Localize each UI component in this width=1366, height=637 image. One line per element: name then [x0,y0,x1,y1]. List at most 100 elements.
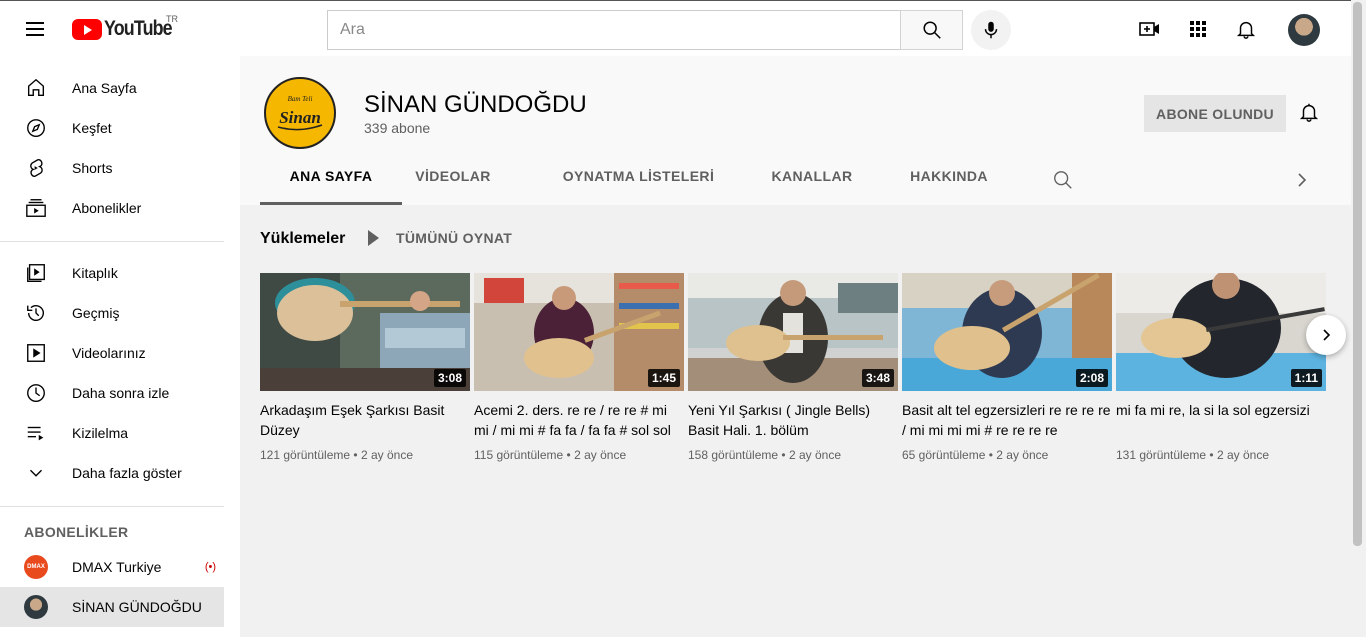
history-icon [24,301,48,325]
video-metadata: 158 görüntüleme • 2 ay önce [688,448,898,462]
video-card[interactable]: 3:08 Arkadaşım Eşek Şarkısı Basit Düzey … [260,273,470,462]
subscriber-count: 339 abone [364,120,431,136]
meta-separator: • [566,448,571,462]
subscriptions-heading: ABONELİKLER [24,524,129,540]
bell-icon [1299,103,1319,122]
search-icon [922,21,941,39]
video-thumbnail[interactable]: 3:08 [260,273,470,391]
top-bar: YouTube TR Ara [0,0,1366,56]
your-videos-icon [24,341,48,365]
video-card[interactable]: 3:48 Yeni Yıl Şarkısı ( Jingle Bells) Ba… [688,273,898,462]
apps-button[interactable] [1186,17,1210,41]
shelf-title[interactable]: Yüklemeler [260,230,345,248]
sidebar-item-history[interactable]: Geçmiş [0,293,224,333]
shelf-next-button[interactable] [1306,315,1346,355]
chevron-down-icon [24,461,48,485]
menu-icon[interactable] [24,19,48,39]
sidebar-divider [0,506,224,507]
sidebar-item-label: Kizilelma [72,425,129,441]
channel-search-button[interactable] [1052,169,1074,191]
video-metadata: 131 görüntüleme • 2 ay önce [1116,448,1326,462]
scrollbar-thumb[interactable] [1353,2,1362,546]
tab-playlists[interactable]: OYNATMA LİSTELERİ [536,168,741,205]
channel-name: SİNAN GÜNDOĞDU [364,91,587,118]
sidebar-divider [0,241,224,242]
search-placeholder: Ara [340,21,365,38]
play-all-button[interactable]: TÜMÜNÜ OYNAT [368,230,512,246]
main-content: Bam Teli Sinan SİNAN GÜNDOĞDU 339 abone … [240,56,1351,637]
microphone-icon [984,21,998,39]
upload-age: 2 ay önce [788,448,842,462]
video-title[interactable]: Basit alt tel egzersizleri re re re re /… [902,400,1112,440]
tab-about[interactable]: HAKKINDA [886,168,1012,205]
sidebar-item-home[interactable]: Ana Sayfa [0,68,224,108]
video-duration: 3:48 [861,369,894,387]
sidebar-item-label: Abonelikler [72,200,142,216]
view-count: 121 görüntüleme [260,448,351,462]
view-count: 158 görüntüleme [688,448,779,462]
subscription-dmax[interactable]: DMAX DMAX Turkiye (•) [0,547,224,587]
channel-logo: Bam Teli Sinan [264,77,336,149]
sidebar-item-label: Daha sonra izle [72,385,170,401]
video-thumbnail[interactable]: 1:11 [1116,273,1326,391]
subscribed-button[interactable]: ABONE OLUNDU [1144,95,1286,132]
apps-grid-icon [1190,21,1206,37]
video-thumbnail[interactable]: 1:45 [474,273,684,391]
upload-age: 2 ay önce [1216,448,1270,462]
account-avatar[interactable] [1288,14,1320,46]
subscription-sinan-gundogdu[interactable]: SİNAN GÜNDOĞDU [0,587,224,627]
video-title[interactable]: Yeni Yıl Şarkısı ( Jingle Bells) Basit H… [688,400,898,440]
tab-videos[interactable]: VİDEOLAR [402,168,504,205]
tabs-scroll-right-button[interactable] [1294,170,1310,190]
video-metadata: 121 görüntüleme • 2 ay önce [260,448,470,462]
sidebar-item-explore[interactable]: Keşfet [0,108,224,148]
video-card[interactable]: 1:11 mi fa mi re, la si la sol egzersizi… [1116,273,1326,462]
watch-later-icon [24,381,48,405]
dmax-avatar: DMAX [24,555,48,579]
voice-search-button[interactable] [971,10,1011,50]
chevron-right-icon [1298,173,1307,187]
video-metadata: 65 görüntüleme • 2 ay önce [902,448,1112,462]
upload-age: 2 ay önce [574,448,627,462]
shorts-icon [24,156,48,180]
video-title[interactable]: Acemi 2. ders. re re / re re # mi mi / m… [474,400,684,440]
search-input[interactable]: Ara [327,10,900,50]
sidebar-item-label: Videolarınız [72,345,146,361]
create-video-button[interactable] [1138,17,1162,41]
video-card[interactable]: 2:08 Basit alt tel egzersizleri re re re… [902,273,1112,462]
sidebar-item-kizilelma[interactable]: Kizilelma [0,413,224,453]
svg-text:Bam Teli: Bam Teli [288,95,313,103]
play-icon [368,230,379,246]
sidebar-item-label: Geçmiş [72,305,120,321]
meta-separator: • [988,448,993,462]
sidebar-item-shorts[interactable]: Shorts [0,148,224,188]
sidebar-item-library[interactable]: Kitaplık [0,253,224,293]
notification-bell-button[interactable] [1298,101,1322,125]
video-thumbnail[interactable]: 3:48 [688,273,898,391]
video-thumbnail[interactable]: 2:08 [902,273,1112,391]
tab-home[interactable]: ANA SAYFA [260,168,402,205]
video-duration: 2:08 [1075,369,1108,387]
youtube-logo[interactable]: YouTube TR [72,14,184,41]
youtube-play-icon [72,18,102,40]
notifications-button[interactable] [1234,17,1258,41]
upload-age: 2 ay önce [996,448,1049,462]
library-icon [24,261,48,285]
video-card[interactable]: 1:45 Acemi 2. ders. re re / re re # mi m… [474,273,684,462]
channel-header: Bam Teli Sinan SİNAN GÜNDOĞDU 339 abone … [240,56,1351,205]
meta-separator: • [781,448,786,462]
sidebar-item-subscriptions[interactable]: Abonelikler [0,188,224,228]
sidebar-item-watch-later[interactable]: Daha sonra izle [0,373,224,413]
search-icon [1054,171,1072,189]
video-duration: 3:08 [433,369,466,387]
sidebar-item-label: Keşfet [72,120,112,136]
search-button[interactable] [900,10,963,50]
sidebar-item-your-videos[interactable]: Videolarınız [0,333,224,373]
tab-channels[interactable]: KANALLAR [747,168,877,205]
video-title[interactable]: mi fa mi re, la si la sol egzersizi [1116,400,1326,440]
subscription-name: DMAX Turkiye [72,559,162,575]
view-count: 131 görüntüleme [1116,448,1207,462]
sidebar-item-show-more[interactable]: Daha fazla göster [0,453,224,493]
sidebar-item-label: Ana Sayfa [72,80,137,96]
video-title[interactable]: Arkadaşım Eşek Şarkısı Basit Düzey [260,400,470,440]
